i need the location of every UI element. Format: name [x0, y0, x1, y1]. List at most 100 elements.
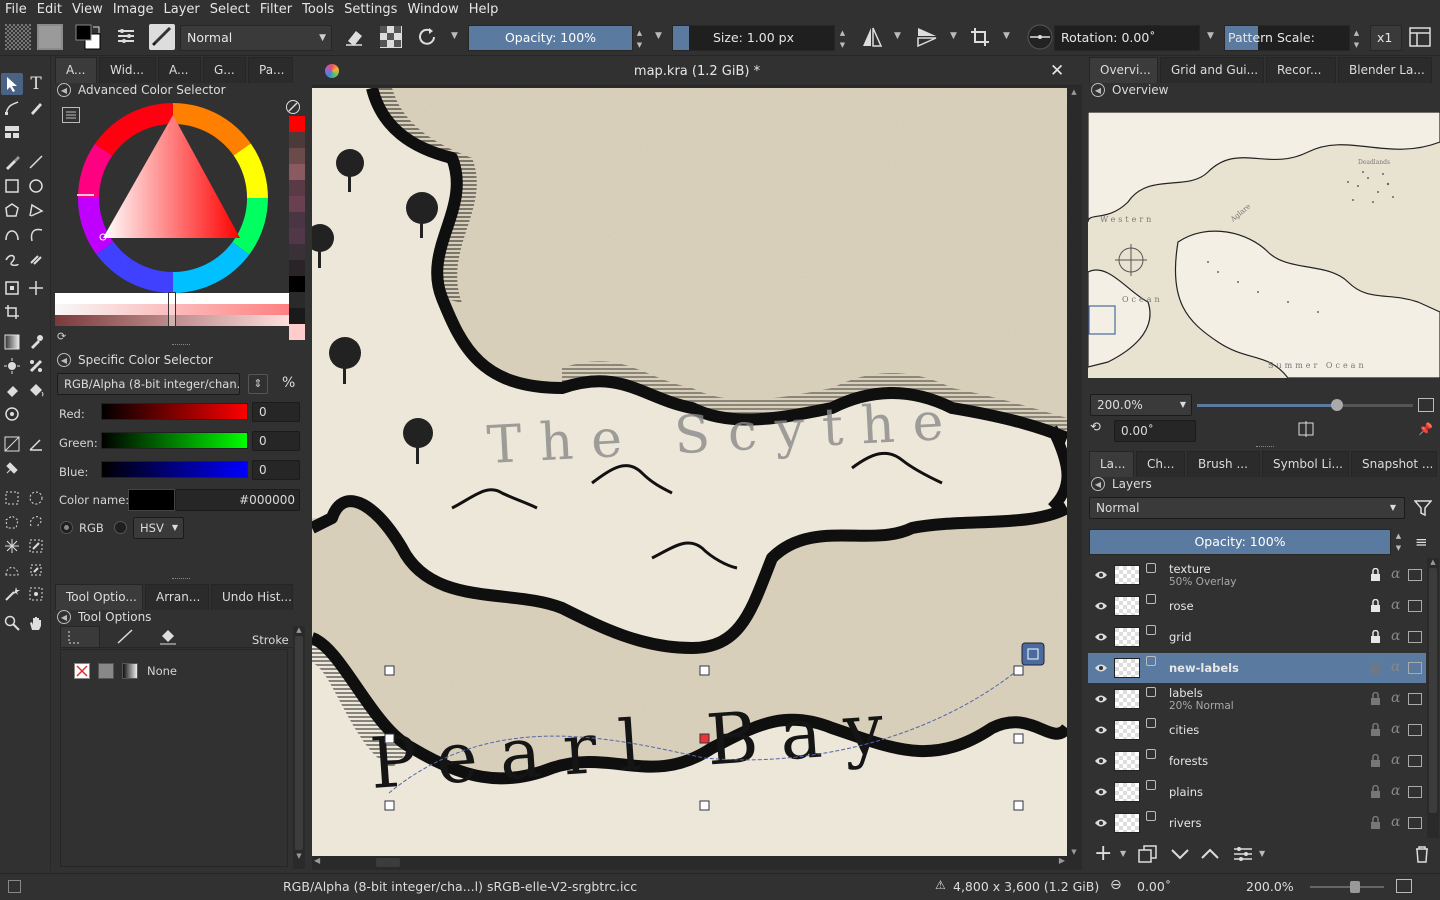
- selection-handle[interactable]: [1013, 733, 1024, 744]
- selection-handle[interactable]: [699, 733, 710, 744]
- line-tool-icon[interactable]: [25, 151, 47, 173]
- pattern-preset-icon[interactable]: [36, 23, 64, 51]
- selection-handle[interactable]: [699, 800, 710, 811]
- overview-thumbnail[interactable]: Western Ocean Summer Ocean Aglare Deadla…: [1088, 112, 1440, 378]
- status-zoom-slider[interactable]: [1310, 881, 1384, 893]
- layer-row[interactable]: forests α: [1088, 746, 1426, 776]
- recent-color-swatch[interactable]: [289, 260, 305, 276]
- rotation-status[interactable]: 0.00˚: [1137, 879, 1171, 894]
- visibility-eye-icon[interactable]: [1094, 569, 1108, 583]
- lock-icon[interactable]: [1370, 691, 1381, 708]
- mirror-horizontal-icon[interactable]: [858, 23, 886, 51]
- refresh-icon[interactable]: ⟳: [57, 330, 69, 343]
- canvas-hscroll[interactable]: ◀ ▶: [312, 856, 1067, 869]
- tab-widget[interactable]: Wid...: [99, 57, 156, 83]
- visibility-eye-icon[interactable]: [1094, 600, 1108, 614]
- panel-layout-icon[interactable]: [1406, 23, 1434, 51]
- red-slider[interactable]: [101, 403, 248, 420]
- color-hex-field[interactable]: #000000: [175, 489, 300, 511]
- blue-slider[interactable]: [101, 461, 248, 478]
- opacity-spin-up[interactable]: ▲: [634, 27, 645, 39]
- layer-properties-icon[interactable]: [1232, 845, 1254, 863]
- display-icon[interactable]: [1396, 879, 1412, 893]
- transform-tool-icon[interactable]: [1, 277, 23, 299]
- angle-tool-icon[interactable]: [25, 433, 47, 455]
- chevron-down-icon[interactable]: ▼: [451, 31, 458, 41]
- menu-layer[interactable]: Layer: [159, 0, 205, 20]
- tab-g[interactable]: G...: [203, 57, 246, 83]
- recent-color-swatch[interactable]: [289, 244, 305, 260]
- tab-channels[interactable]: Ch...: [1136, 451, 1185, 477]
- selection-handle[interactable]: [384, 800, 395, 811]
- tab-advanced-color[interactable]: A...: [55, 57, 97, 83]
- gradient-tool-icon[interactable]: [1, 331, 23, 353]
- freehand-path-tool-icon[interactable]: [25, 223, 47, 245]
- tab-overview[interactable]: Overvi...: [1089, 57, 1158, 83]
- bucket-tool-icon[interactable]: [25, 379, 47, 401]
- rgb-radio[interactable]: [60, 521, 73, 534]
- opacity-spin-down[interactable]: ▼: [634, 39, 645, 51]
- layer-extra-icon[interactable]: [1408, 786, 1422, 798]
- panel-float-icon[interactable]: ◀: [57, 610, 71, 624]
- selection-handle[interactable]: [384, 665, 395, 676]
- no-color-icon[interactable]: [286, 100, 300, 114]
- lock-icon[interactable]: [1370, 784, 1381, 801]
- blend-mode-select[interactable]: Normal ▼: [180, 25, 332, 51]
- polygon-selection-tool-icon[interactable]: [1, 511, 23, 533]
- close-document-icon[interactable]: ✕: [1050, 61, 1064, 81]
- dynamic-brush-tool-icon[interactable]: [1, 247, 23, 269]
- smart-patch-tool-icon[interactable]: [1, 355, 23, 377]
- filter-icon[interactable]: [1413, 499, 1433, 521]
- zoom-slider[interactable]: [1197, 399, 1413, 411]
- panel-float-icon[interactable]: ◀: [57, 353, 71, 367]
- magnetic-selection-tool-icon[interactable]: [25, 559, 47, 581]
- recent-color-swatch[interactable]: [289, 196, 305, 212]
- zoom-status[interactable]: 200.0%: [1246, 879, 1294, 894]
- layer-menu-icon[interactable]: ≡: [1415, 533, 1428, 551]
- recent-color-swatch[interactable]: [289, 324, 305, 340]
- preserve-alpha-icon[interactable]: [377, 23, 405, 51]
- bezier-tool-icon[interactable]: [1, 223, 23, 245]
- recent-color-swatch[interactable]: [289, 276, 305, 292]
- shape-options-icon[interactable]: [1021, 642, 1045, 666]
- select-assistant-tool-icon[interactable]: [25, 583, 47, 605]
- multiplier-field[interactable]: x1: [1370, 25, 1402, 51]
- reference-tool-icon[interactable]: [1, 457, 23, 479]
- alpha-lock-icon[interactable]: α: [1391, 659, 1400, 675]
- tab-symbol-libraries[interactable]: Symbol Li...: [1262, 451, 1349, 477]
- menu-window[interactable]: Window: [402, 0, 463, 20]
- similar-selection-tool-icon[interactable]: [25, 535, 47, 557]
- menu-help[interactable]: Help: [464, 0, 504, 20]
- menu-file[interactable]: File: [0, 0, 32, 20]
- tab-recorder[interactable]: Recor...: [1266, 57, 1336, 83]
- blue-value-field[interactable]: 0: [252, 460, 300, 480]
- percent-toggle[interactable]: %: [282, 375, 295, 391]
- chevron-down-icon[interactable]: ▼: [1207, 31, 1214, 41]
- size-spin-down[interactable]: ▼: [837, 39, 848, 51]
- recent-color-swatch[interactable]: [289, 164, 305, 180]
- assistant-tool-icon[interactable]: [1, 403, 23, 425]
- move-tool-icon[interactable]: [25, 277, 47, 299]
- tab-undo-history[interactable]: Undo Hist...: [211, 584, 293, 610]
- gradient-fill-icon[interactable]: [122, 663, 138, 679]
- chevron-down-icon[interactable]: ▼: [950, 31, 957, 41]
- polyline-tool-icon[interactable]: [25, 199, 47, 221]
- color-picker-tool-icon[interactable]: [25, 331, 47, 353]
- panel-float-icon[interactable]: ◀: [1091, 83, 1105, 97]
- size-slider[interactable]: Size: 1.00 px: [672, 25, 835, 51]
- wrap-around-icon[interactable]: [966, 23, 994, 51]
- zoom-tool-icon[interactable]: [1, 612, 23, 634]
- duplicate-layer-icon[interactable]: [1138, 845, 1158, 863]
- menu-select[interactable]: Select: [205, 0, 255, 20]
- alpha-lock-icon[interactable]: α: [1391, 628, 1400, 644]
- eraser-icon[interactable]: [340, 23, 368, 51]
- layer-extra-icon[interactable]: [1408, 817, 1422, 829]
- panel-float-icon[interactable]: ◀: [1091, 477, 1105, 491]
- rotate-icon[interactable]: ⟲: [1090, 420, 1116, 440]
- recent-color-swatch[interactable]: [289, 180, 305, 196]
- opacity-slider[interactable]: Opacity: 100%: [468, 25, 633, 51]
- tab-a[interactable]: A...: [158, 57, 201, 83]
- fill-tab-icon[interactable]: [150, 626, 190, 648]
- solid-fill-icon[interactable]: [98, 663, 114, 679]
- menu-image[interactable]: Image: [108, 0, 159, 20]
